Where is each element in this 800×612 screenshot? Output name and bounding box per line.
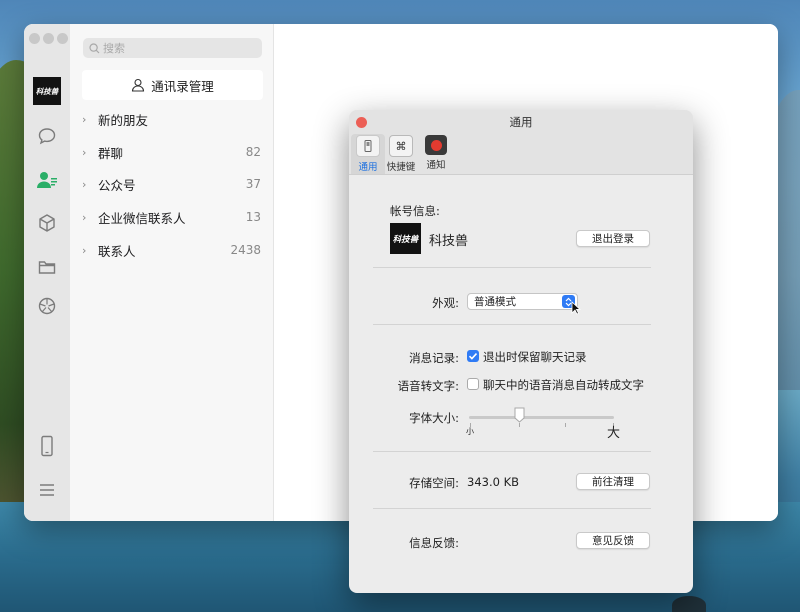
group-new-friends[interactable]: › 新的朋友 — [70, 103, 273, 135]
window-zoom-dot[interactable] — [57, 33, 68, 44]
logout-button[interactable]: 退出登录 — [576, 230, 650, 247]
slider-tick — [519, 423, 520, 427]
appearance-value: 普通模式 — [474, 296, 516, 308]
account-avatar: 科技兽 — [390, 223, 421, 254]
appearance-select[interactable]: 普通模式 — [467, 293, 578, 310]
person-icon — [132, 78, 145, 92]
tab-notifications[interactable]: 通知 — [419, 134, 453, 174]
contacts-manage-label: 通讯录管理 — [151, 78, 214, 94]
feedback-label: 信息反馈: — [409, 536, 459, 550]
group-label: 企业微信联系人 — [98, 210, 186, 226]
checkmark-icon — [468, 353, 478, 360]
group-label: 公众号 — [98, 177, 136, 193]
divider — [373, 451, 651, 452]
group-count: 2438 — [230, 243, 261, 257]
account-name: 科技兽 — [429, 234, 469, 249]
account-heading: 帐号信息: — [390, 204, 440, 218]
nav-rail: 科技兽 — [24, 24, 70, 521]
folder-icon[interactable] — [36, 256, 58, 278]
tab-general-label: 通用 — [358, 162, 378, 173]
keep-history-option: 退出时保留聊天记录 — [483, 350, 587, 364]
settings-titlebar: 通用 通用 ⌘ 快捷键 通知 — [349, 110, 693, 175]
voice-to-text-label: 语音转文字: — [397, 379, 459, 393]
appearance-label: 外观: — [432, 296, 459, 310]
settings-window: 通用 通用 ⌘ 快捷键 通知 帐号信息: 科技兽 科技兽 退出登录 外观: 普通… — [349, 110, 693, 593]
switch-icon — [356, 135, 380, 157]
group-wecom-contacts[interactable]: › 企业微信联系人 13 — [70, 201, 273, 233]
tab-shortcuts[interactable]: ⌘ 快捷键 — [384, 134, 418, 174]
search-placeholder: 搜索 — [103, 42, 125, 55]
clean-storage-button[interactable]: 前往清理 — [576, 473, 650, 490]
chevron-right-icon: › — [82, 112, 87, 126]
feedback-button[interactable]: 意见反馈 — [576, 532, 650, 549]
storage-value: 343.0 KB — [467, 475, 520, 489]
group-group-chats[interactable]: › 群聊 82 — [70, 136, 273, 168]
group-label: 新的朋友 — [98, 112, 149, 128]
command-icon: ⌘ — [389, 135, 413, 157]
storage-label: 存储空间: — [409, 476, 459, 490]
tab-general[interactable]: 通用 — [351, 134, 385, 174]
voice-to-text-option: 聊天中的语音消息自动转成文字 — [483, 378, 644, 392]
mouse-pointer-icon — [571, 301, 581, 315]
voice-to-text-checkbox[interactable] — [467, 378, 479, 390]
group-count: 82 — [245, 145, 261, 159]
cube-icon[interactable] — [36, 212, 58, 234]
wallpaper-rock — [672, 596, 706, 612]
tab-shortcuts-label: 快捷键 — [386, 162, 416, 173]
divider — [373, 508, 651, 509]
divider — [373, 267, 651, 268]
font-size-max-label: 大 — [607, 426, 621, 441]
group-label: 群聊 — [98, 145, 124, 161]
chevron-right-icon: › — [82, 243, 87, 257]
chevron-right-icon: › — [82, 210, 87, 224]
chevron-right-icon: › — [82, 177, 87, 191]
window-close-dot[interactable] — [29, 33, 40, 44]
group-count: 13 — [245, 210, 261, 224]
chat-icon[interactable] — [36, 125, 58, 147]
search-input[interactable]: 搜索 — [83, 38, 262, 58]
contacts-manage-button[interactable]: 通讯录管理 — [82, 70, 263, 100]
user-avatar[interactable]: 科技兽 — [33, 77, 61, 105]
font-size-slider-track[interactable] — [469, 416, 614, 419]
font-size-min-label: 小 — [466, 427, 474, 436]
contacts-icon[interactable] — [36, 169, 58, 191]
group-official-accounts[interactable]: › 公众号 37 — [70, 168, 273, 200]
chevron-right-icon: › — [82, 145, 87, 159]
menu-icon[interactable] — [36, 479, 58, 501]
search-icon — [89, 42, 100, 53]
font-size-slider-thumb[interactable] — [514, 407, 525, 423]
aperture-icon[interactable] — [36, 295, 58, 317]
font-size-label: 字体大小: — [409, 411, 459, 425]
settings-title: 通用 — [509, 115, 533, 129]
record-icon — [425, 135, 447, 155]
group-count: 37 — [245, 177, 261, 191]
window-minimize-dot[interactable] — [43, 33, 54, 44]
group-label: 联系人 — [98, 243, 136, 259]
group-contacts[interactable]: › 联系人 2438 — [70, 234, 273, 266]
tab-notifications-label: 通知 — [426, 160, 446, 171]
phone-icon[interactable] — [36, 435, 58, 457]
keep-history-checkbox[interactable] — [467, 350, 479, 362]
contacts-panel: 搜索 通讯录管理 › 新的朋友 › 群聊 82 › 公众号 37 › 企业微信联… — [70, 24, 274, 521]
divider — [373, 324, 651, 325]
slider-tick — [565, 423, 566, 427]
history-label: 消息记录: — [409, 351, 459, 365]
